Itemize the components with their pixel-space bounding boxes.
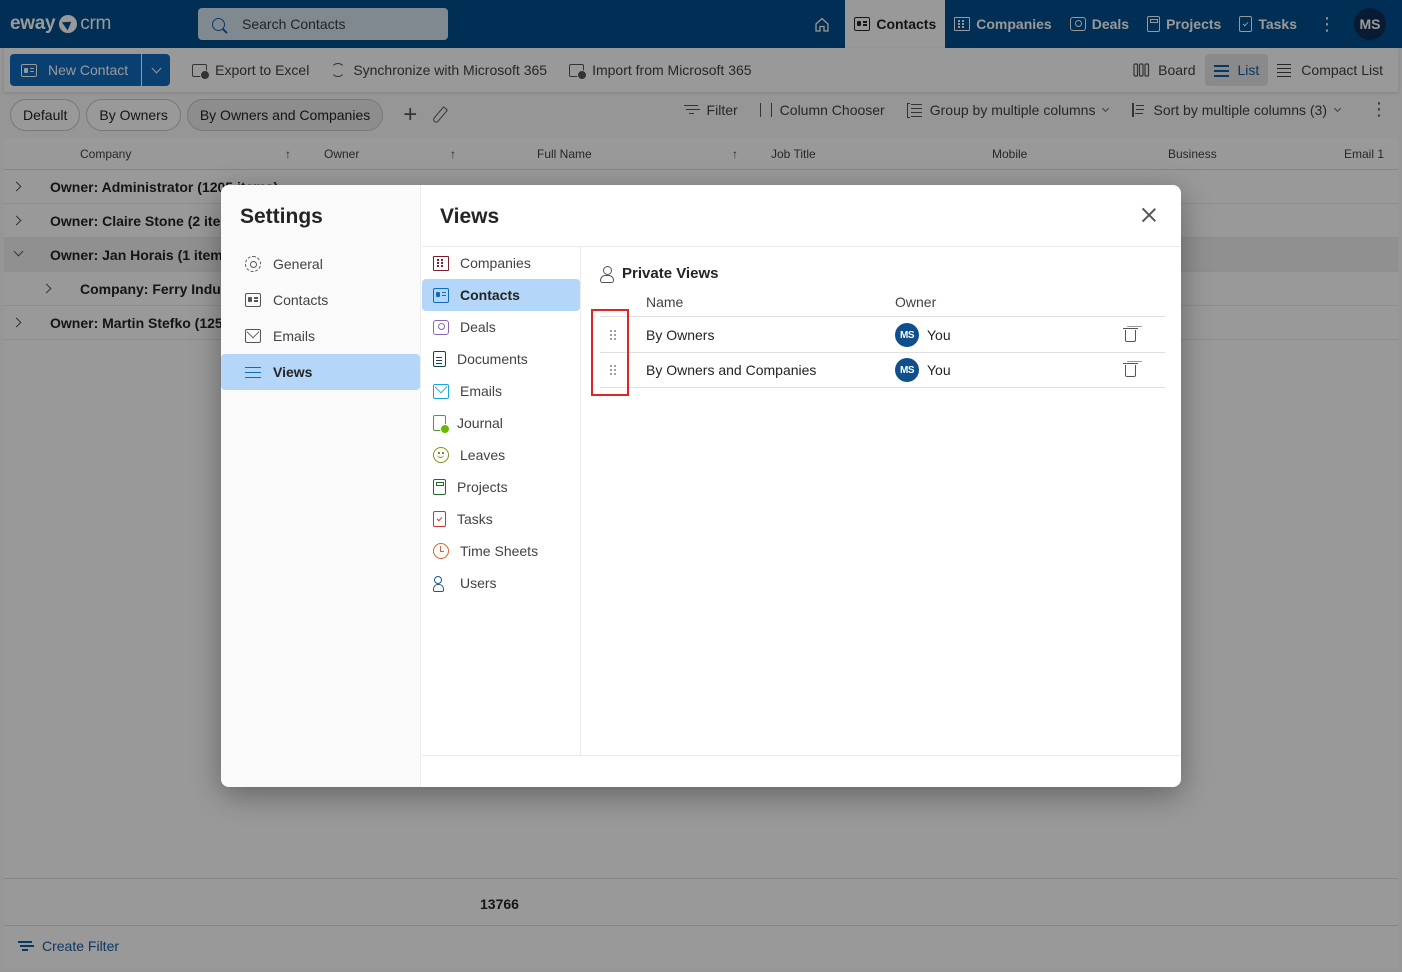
clock-icon — [433, 543, 449, 559]
delete-icon[interactable] — [1123, 327, 1138, 342]
money-icon — [433, 319, 449, 335]
module-label: Leaves — [460, 447, 506, 463]
module-emails[interactable]: Emails — [422, 375, 580, 407]
settings-nav-contacts-label: Contacts — [273, 292, 329, 308]
module-leaves[interactable]: Leaves — [422, 439, 580, 471]
view-name[interactable]: By Owners and Companies — [646, 362, 816, 378]
users-icon — [433, 575, 449, 592]
private-view-row: By Owners and Companies MS You — [600, 353, 1165, 388]
settings-nav-emails[interactable]: Emails — [221, 318, 420, 354]
contact-card-icon — [433, 287, 449, 303]
contact-card-icon — [245, 293, 261, 307]
journal-icon — [433, 415, 450, 434]
settings-nav-general-label: General — [273, 256, 323, 272]
view-name[interactable]: By Owners — [646, 327, 714, 343]
divider — [422, 755, 1181, 756]
module-label: Projects — [457, 479, 508, 495]
settings-dialog: Settings General Contacts Emails Views V… — [221, 185, 1181, 787]
module-journal[interactable]: Journal — [422, 407, 580, 439]
clipboard-task-icon — [433, 511, 446, 527]
module-label: Companies — [460, 255, 531, 271]
module-deals[interactable]: Deals — [422, 311, 580, 343]
module-label: Time Sheets — [460, 543, 539, 559]
close-icon[interactable] — [1141, 207, 1157, 223]
col-name: Name — [646, 294, 684, 310]
module-users[interactable]: Users — [422, 567, 580, 599]
drag-handle-icon[interactable] — [610, 365, 618, 377]
owner-avatar: MS — [895, 358, 919, 382]
private-views-heading: Private Views — [600, 265, 719, 283]
module-label: Tasks — [457, 511, 493, 527]
settings-title: Settings — [240, 205, 323, 228]
settings-nav-views[interactable]: Views — [221, 354, 420, 390]
settings-nav-views-label: Views — [273, 364, 313, 380]
settings-nav-general[interactable]: General — [221, 246, 420, 282]
project-icon — [433, 479, 446, 495]
views-section-title: Views — [440, 205, 500, 228]
module-contacts[interactable]: Contacts — [422, 279, 580, 311]
mail-icon — [433, 383, 449, 399]
view-owner: MS You — [895, 358, 951, 382]
settings-nav-emails-label: Emails — [273, 328, 316, 344]
mail-icon — [245, 329, 261, 343]
private-view-row: By Owners MS You — [600, 318, 1165, 353]
module-time-sheets[interactable]: Time Sheets — [422, 535, 580, 567]
module-label: Documents — [457, 351, 528, 367]
module-label: Journal — [457, 415, 503, 431]
owner-name: You — [927, 327, 951, 343]
module-projects[interactable]: Projects — [422, 471, 580, 503]
module-label: Emails — [460, 383, 503, 399]
owner-avatar: MS — [895, 323, 919, 347]
building-icon — [433, 255, 449, 271]
settings-nav: Settings General Contacts Emails Views — [221, 185, 421, 787]
private-views-header: Name Owner — [600, 291, 1165, 317]
col-owner: Owner — [895, 294, 937, 310]
document-icon — [433, 351, 446, 367]
menu-lines-icon — [245, 365, 261, 379]
module-label: Contacts — [460, 287, 520, 303]
settings-nav-list: General Contacts Emails Views — [221, 246, 421, 390]
module-list: Companies Contacts Deals Documents Email… — [422, 247, 581, 755]
gear-icon — [245, 256, 261, 272]
settings-nav-contacts[interactable]: Contacts — [221, 282, 420, 318]
module-label: Deals — [460, 319, 496, 335]
drag-handle-icon[interactable] — [610, 330, 618, 342]
person-icon — [600, 265, 615, 283]
delete-icon[interactable] — [1123, 362, 1138, 377]
smile-icon — [433, 447, 449, 463]
module-label: Users — [460, 575, 497, 591]
private-views-title: Private Views — [622, 265, 719, 282]
module-documents[interactable]: Documents — [422, 343, 580, 375]
module-companies[interactable]: Companies — [422, 247, 580, 279]
module-tasks[interactable]: Tasks — [422, 503, 580, 535]
owner-name: You — [927, 362, 951, 378]
view-owner: MS You — [895, 323, 951, 347]
